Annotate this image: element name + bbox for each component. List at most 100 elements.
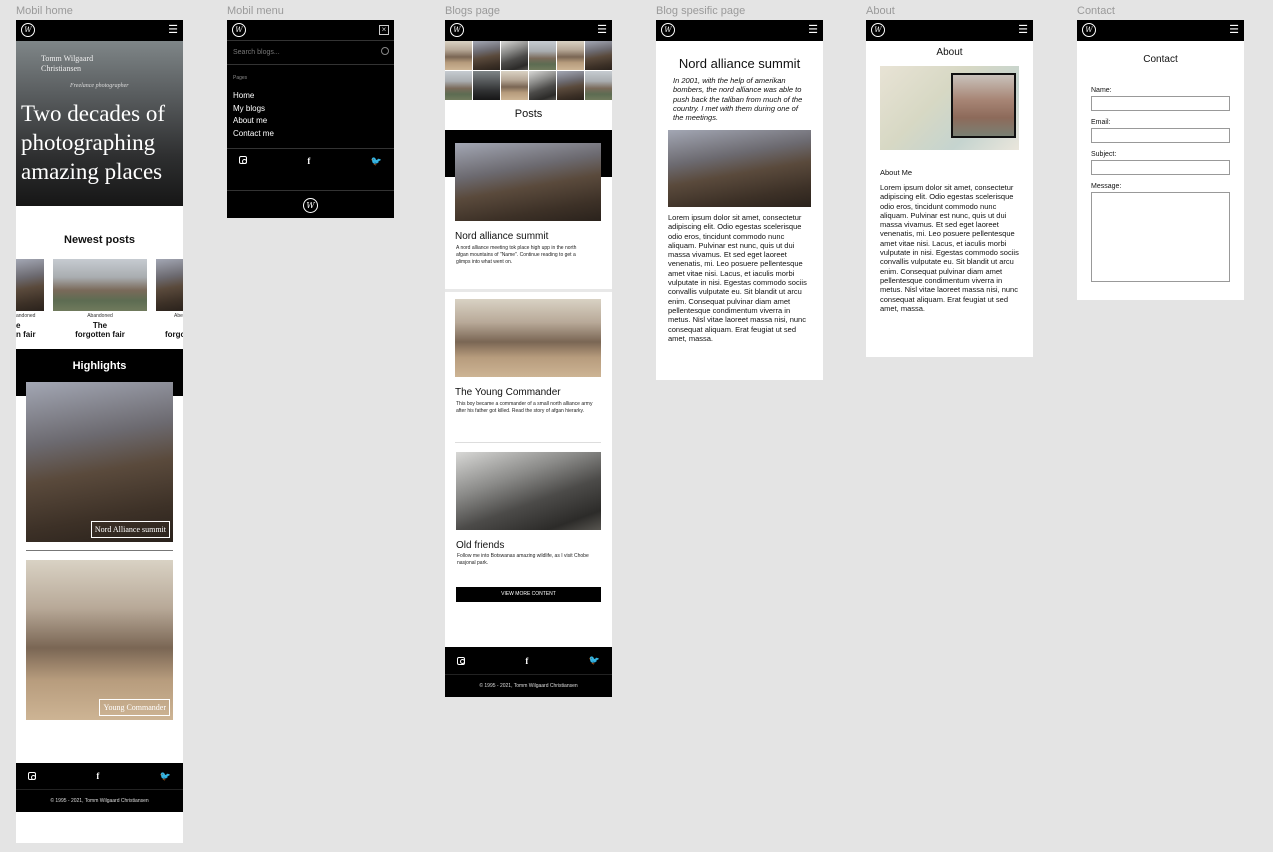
- hero-name-line2: Christiansen: [41, 64, 81, 73]
- hamburger-menu-icon[interactable]: ☰: [1018, 23, 1028, 37]
- mosaic-photo[interactable]: [529, 41, 556, 70]
- frame-mobile-menu: W × Search blogs... Pages Home My blogs …: [227, 20, 394, 218]
- highlight-card-commander[interactable]: Young Commander: [26, 560, 173, 720]
- article-image: [668, 130, 811, 207]
- twitter-icon[interactable]: 🐦: [589, 655, 600, 666]
- frame-contact-page: W ☰ Contact Name: Email: Subject: Messag…: [1077, 20, 1244, 300]
- article-body: Lorem ipsum dolor sit amet, consectetur …: [668, 213, 807, 343]
- top-bar: W ☰: [16, 20, 183, 41]
- view-more-button[interactable]: VIEW MORE CONTENT: [456, 587, 601, 602]
- mosaic-photo[interactable]: [557, 41, 584, 70]
- article-lead: In 2001, with the help of amerikan bombe…: [673, 76, 803, 123]
- search-icon[interactable]: [381, 47, 389, 55]
- facebook-icon[interactable]: f: [525, 656, 528, 666]
- carousel-left-title-2: n fair: [16, 330, 36, 339]
- hamburger-menu-icon[interactable]: ☰: [1229, 23, 1239, 37]
- newest-posts-heading: Newest posts: [64, 234, 135, 246]
- mosaic-photo[interactable]: [529, 71, 556, 100]
- logo-icon[interactable]: W: [1082, 23, 1096, 37]
- about-heading: About: [936, 47, 963, 58]
- carousel-thumb-left[interactable]: [16, 259, 44, 311]
- mosaic-photo[interactable]: [473, 41, 500, 70]
- message-field[interactable]: [1091, 192, 1230, 282]
- hamburger-menu-icon[interactable]: ☰: [808, 23, 818, 37]
- frame-label-contact: Contact: [1077, 5, 1115, 17]
- logo-icon[interactable]: W: [450, 23, 464, 37]
- post-title-summit[interactable]: Nord alliance summit: [455, 231, 548, 242]
- search-bar[interactable]: Search blogs...: [227, 41, 394, 65]
- social-links: f 🐦: [16, 763, 183, 790]
- post-excerpt-summit: A nord alliance meeting tok place high u…: [456, 245, 577, 265]
- facebook-icon[interactable]: f: [96, 771, 99, 781]
- twitter-icon[interactable]: 🐦: [371, 156, 382, 190]
- mosaic-photo[interactable]: [501, 41, 528, 70]
- twitter-icon[interactable]: 🐦: [160, 771, 171, 782]
- logo-icon[interactable]: W: [661, 23, 675, 37]
- menu-item-blogs[interactable]: My blogs: [233, 103, 388, 116]
- logo-icon[interactable]: W: [232, 23, 246, 37]
- hero-name-line1: Tomm Wilgaard: [41, 54, 94, 63]
- highlight-card-summit[interactable]: Nord Alliance summit: [26, 382, 173, 542]
- logo-icon[interactable]: W: [871, 23, 885, 37]
- frame-blog-specific-page: W ☰ Nord alliance summit In 2001, with t…: [656, 20, 823, 380]
- footer: f 🐦 © 1995 - 2021, Tomm Wilgaard Christi…: [445, 647, 612, 697]
- highlight-label-summit[interactable]: Nord Alliance summit: [90, 521, 170, 538]
- search-input[interactable]: Search blogs...: [233, 49, 280, 56]
- top-bar: W ×: [227, 20, 394, 41]
- carousel-left-title-1: e: [16, 321, 21, 330]
- menu-item-home[interactable]: Home: [233, 90, 388, 103]
- instagram-icon[interactable]: [239, 156, 247, 164]
- carousel-thumb-center[interactable]: [53, 259, 147, 311]
- instagram-icon[interactable]: [457, 656, 465, 665]
- post-title-old-friends[interactable]: Old friends: [456, 540, 504, 551]
- message-label: Message:: [1091, 183, 1122, 190]
- carousel-right-category: Abe: [174, 313, 183, 319]
- highlight-label-commander[interactable]: Young Commander: [99, 699, 170, 716]
- frame-label-menu: Mobil menu: [227, 5, 284, 17]
- hero-name: Tomm Wilgaard Christiansen: [41, 54, 93, 74]
- frame-mobile-home: W ☰ Tomm Wilgaard Christiansen Freelance…: [16, 20, 183, 843]
- top-bar: W ☰: [445, 20, 612, 41]
- carousel-center-title-2[interactable]: forgotten fair: [53, 330, 147, 339]
- menu-item-about[interactable]: About me: [233, 115, 388, 128]
- top-bar: W ☰: [656, 20, 823, 41]
- hamburger-menu-icon[interactable]: ☰: [168, 23, 178, 37]
- facebook-icon[interactable]: f: [307, 156, 310, 190]
- pages-label: Pages: [233, 75, 248, 81]
- frame-label-home: Mobil home: [16, 5, 73, 17]
- hamburger-menu-icon[interactable]: ☰: [597, 23, 607, 37]
- mosaic-photo[interactable]: [501, 71, 528, 100]
- instagram-icon[interactable]: [28, 772, 36, 780]
- article-title: Nord alliance summit: [678, 56, 801, 71]
- post-image-elephants[interactable]: [456, 452, 601, 530]
- menu-pages: Pages Home My blogs About me Contact me: [227, 65, 394, 149]
- mosaic-photo[interactable]: [557, 71, 584, 100]
- photo-mosaic: [445, 41, 612, 100]
- about-body: Lorem ipsum dolor sit amet, consectetur …: [880, 183, 1019, 313]
- post-image-summit[interactable]: [455, 143, 601, 221]
- subject-field[interactable]: [1091, 160, 1230, 175]
- menu-item-contact[interactable]: Contact me: [233, 128, 388, 141]
- post-title-commander[interactable]: The Young Commander: [455, 387, 561, 398]
- mosaic-photo[interactable]: [585, 71, 612, 100]
- mosaic-photo[interactable]: [473, 71, 500, 100]
- post-image-commander[interactable]: [455, 299, 601, 377]
- map-image: [880, 66, 1019, 150]
- mosaic-photo[interactable]: [445, 41, 472, 70]
- logo-icon[interactable]: W: [21, 23, 35, 37]
- footer-copyright: © 1995 - 2021, Tomm Wilgaard Christianse…: [50, 798, 149, 804]
- carousel-thumb-right[interactable]: [156, 259, 183, 311]
- close-icon[interactable]: ×: [379, 25, 389, 35]
- carousel-left-category: andoned: [16, 313, 36, 319]
- top-bar: W ☰: [866, 20, 1033, 41]
- carousel-right-title-2: forgo: [165, 330, 183, 339]
- social-links: f 🐦: [445, 647, 612, 675]
- mosaic-photo[interactable]: [445, 71, 472, 100]
- mosaic-photo[interactable]: [585, 41, 612, 70]
- name-field[interactable]: [1091, 96, 1230, 111]
- menu-footer-logo-icon[interactable]: W: [303, 198, 318, 213]
- carousel-center-title-1[interactable]: The: [53, 321, 147, 330]
- menu-social-links: f 🐦: [227, 149, 394, 191]
- hero-image: Tomm Wilgaard Christiansen Freelance pho…: [16, 41, 183, 206]
- email-field[interactable]: [1091, 128, 1230, 143]
